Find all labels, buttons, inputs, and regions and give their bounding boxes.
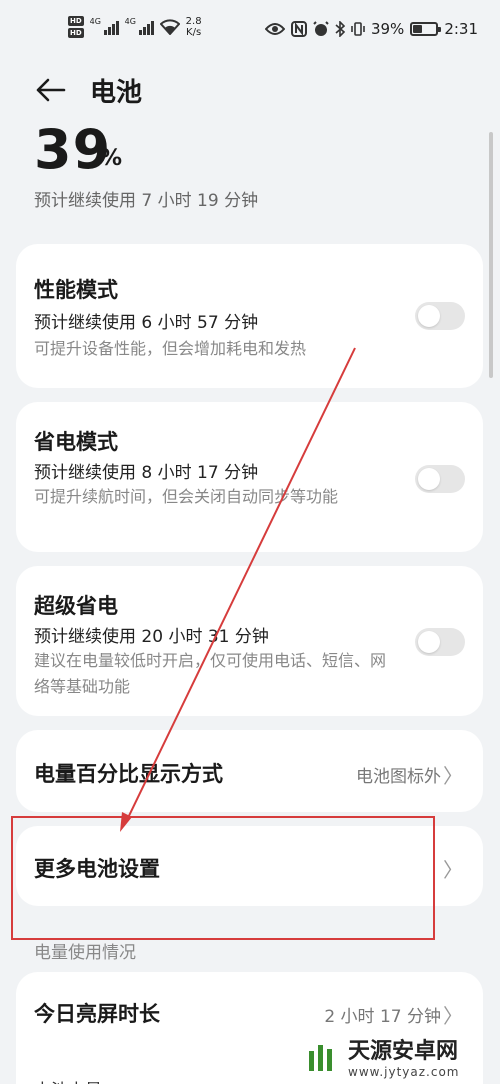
signal-icon-sim2: 4G xyxy=(125,17,154,35)
watermark-logo xyxy=(302,1037,340,1075)
performance-mode-desc: 可提升设备性能，但会增加耗电和发热 xyxy=(34,339,307,358)
hd-volte-icon: HD HD xyxy=(68,16,84,38)
bluetooth-icon xyxy=(335,21,345,37)
power-saving-estimate: 预计继续使用 8 小时 17 分钟 xyxy=(34,463,259,483)
power-saving-toggle[interactable] xyxy=(415,465,465,493)
back-arrow-icon[interactable] xyxy=(34,76,66,104)
percentage-display-row[interactable]: 电量百分比显示方式 电池图标外 〉 xyxy=(16,730,483,812)
percentage-display-label: 电量百分比显示方式 xyxy=(34,762,223,786)
chevron-right-icon: 〉 xyxy=(443,764,463,788)
ultra-power-saving-estimate: 预计继续使用 20 小时 31 分钟 xyxy=(34,627,269,647)
ultra-power-saving-card: 超级省电 预计继续使用 20 小时 31 分钟 建议在电量较低时开启，仅可使用电… xyxy=(16,566,483,716)
nfc-icon xyxy=(290,21,307,37)
status-bar: HD HD 4G 4G 2.8 K/s 39% 2:31 xyxy=(0,0,500,62)
power-saving-title: 省电模式 xyxy=(34,430,118,454)
battery-level-unit: % xyxy=(100,146,123,171)
performance-mode-toggle[interactable] xyxy=(415,302,465,330)
performance-mode-card: 性能模式 预计继续使用 6 小时 57 分钟 可提升设备性能，但会增加耗电和发热 xyxy=(16,244,483,388)
ultra-power-saving-toggle[interactable] xyxy=(415,628,465,656)
wifi-icon xyxy=(159,19,180,35)
performance-mode-estimate: 预计继续使用 6 小时 57 分钟 xyxy=(34,313,259,333)
annotation-highlight-box xyxy=(11,816,435,940)
power-saving-desc: 可提升续航时间，但会关闭自动同步等功能 xyxy=(34,487,339,506)
battery-percent: 39% xyxy=(370,20,405,38)
screen-time-value: 2 小时 17 分钟 xyxy=(324,1007,441,1027)
vibrate-icon xyxy=(351,22,365,36)
performance-mode-title: 性能模式 xyxy=(34,278,118,302)
eye-icon xyxy=(264,23,285,35)
ultra-power-saving-title: 超级省电 xyxy=(34,594,118,618)
usage-section-title: 电量使用情况 xyxy=(34,943,136,963)
network-speed: 2.8 K/s xyxy=(185,16,202,38)
watermark-url: www.jytyaz.com xyxy=(348,1065,460,1079)
percentage-display-value: 电池图标外 xyxy=(356,767,441,787)
battery-level-label: 电池电量 xyxy=(34,1076,102,1084)
remaining-time: 预计继续使用 7 小时 19 分钟 xyxy=(34,191,259,211)
clock: 2:31 xyxy=(444,20,478,38)
chevron-right-icon: 〉 xyxy=(443,858,463,882)
alarm-icon xyxy=(313,21,329,36)
ultra-power-saving-desc: 建议在电量较低时开启，仅可使用电话、短信、网络等基础功能 xyxy=(34,651,387,696)
power-saving-card: 省电模式 预计继续使用 8 小时 17 分钟 可提升续航时间，但会关闭自动同步等… xyxy=(16,402,483,552)
page-title: 电池 xyxy=(90,78,143,108)
chevron-right-icon: 〉 xyxy=(443,1004,463,1028)
watermark-name: 天源安卓网 xyxy=(348,1039,459,1064)
battery-icon xyxy=(410,22,442,36)
scrollbar[interactable] xyxy=(489,132,493,378)
signal-icon-sim1: 4G xyxy=(90,17,119,35)
watermark: 天源安卓网 www.jytyaz.com xyxy=(300,1028,500,1084)
screen-time-label: 今日亮屏时长 xyxy=(34,1002,160,1026)
